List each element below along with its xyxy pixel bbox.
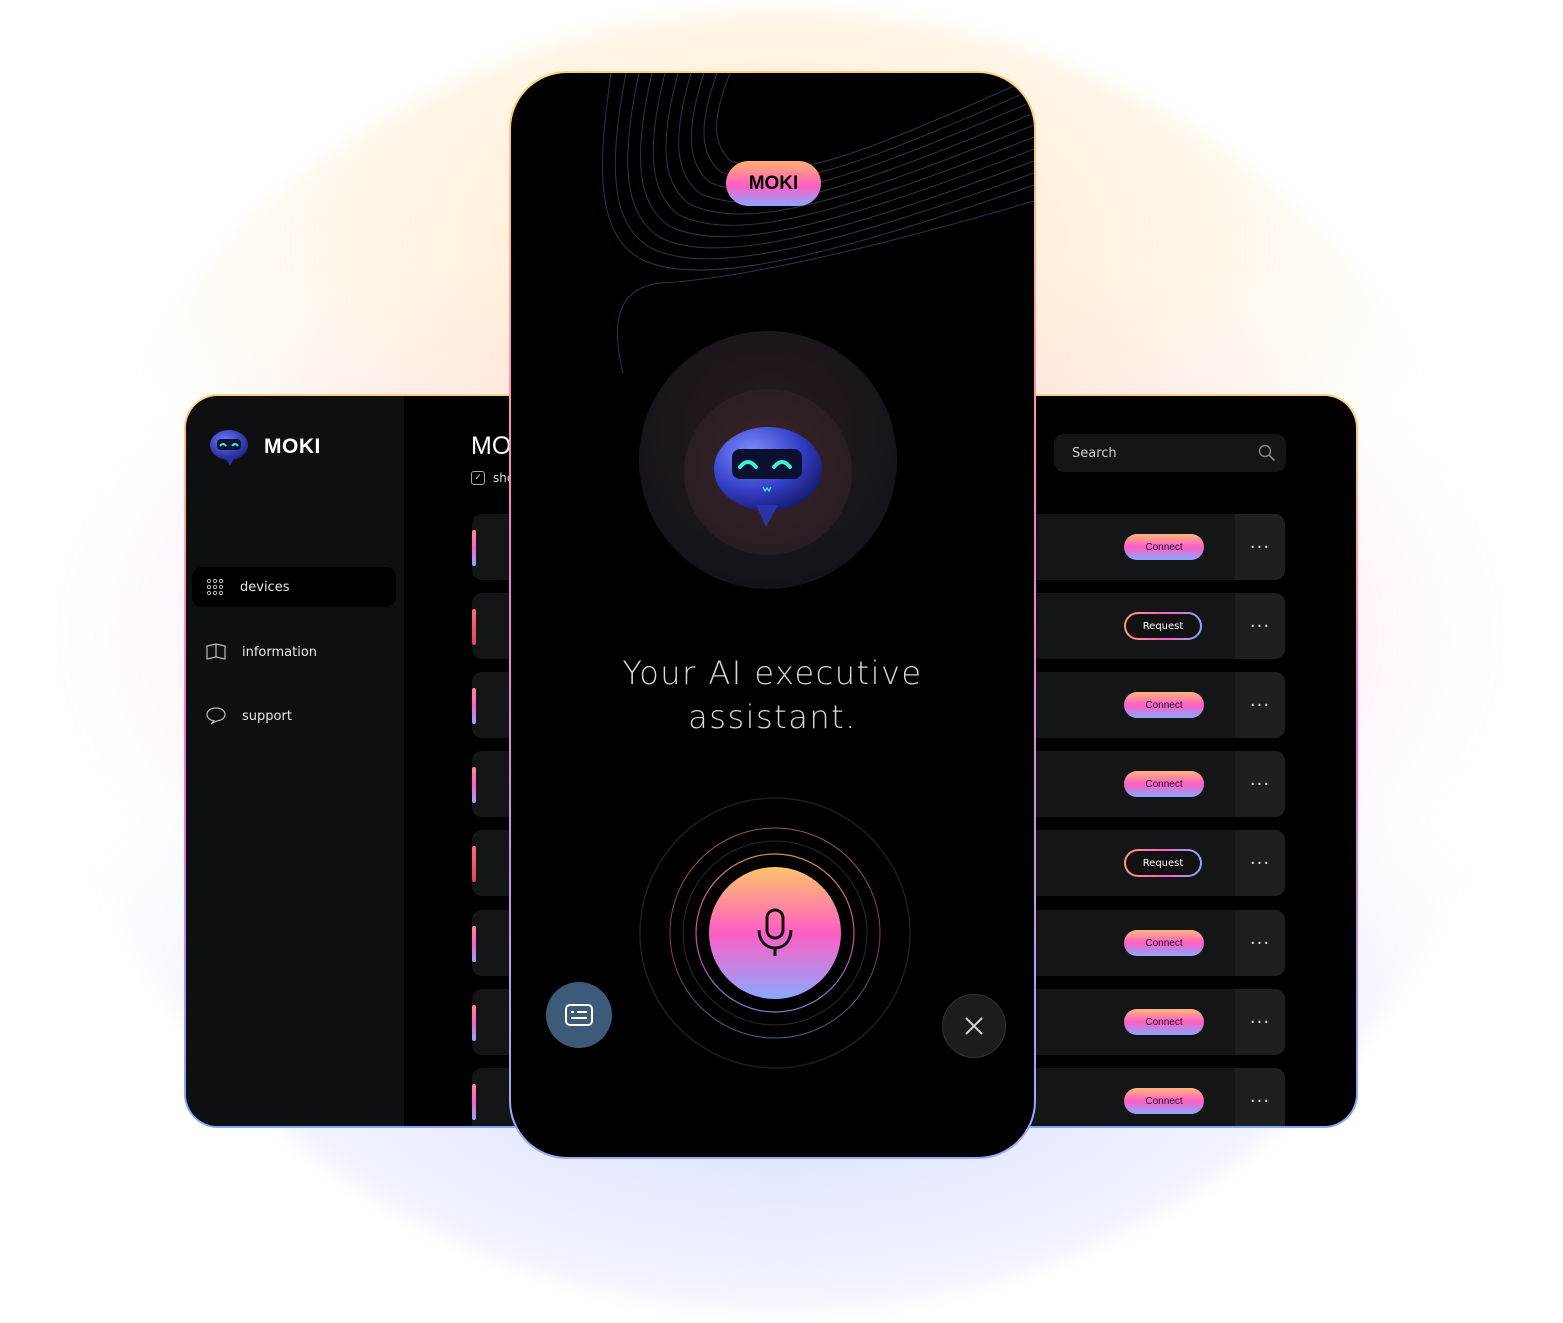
connect-button[interactable]: Connect bbox=[1124, 930, 1204, 956]
sidebar-item-label: devices bbox=[240, 579, 290, 595]
sidebar-item-information[interactable]: information bbox=[192, 632, 396, 672]
more-options-button[interactable]: ··· bbox=[1235, 672, 1285, 738]
status-bar bbox=[472, 609, 476, 645]
sidebar-item-devices[interactable]: devices bbox=[192, 567, 396, 607]
connect-button[interactable]: Connect bbox=[1124, 1088, 1204, 1114]
page-title: MO bbox=[471, 432, 512, 460]
more-options-button[interactable]: ··· bbox=[1235, 1068, 1285, 1126]
tagline-line-2: assistant. bbox=[688, 698, 857, 736]
connect-button[interactable]: Connect bbox=[1124, 692, 1204, 718]
chat-bubble-icon bbox=[206, 707, 226, 725]
search-icon[interactable] bbox=[1258, 444, 1276, 462]
topographic-lines-decoration bbox=[602, 73, 1034, 373]
sidebar-item-label: support bbox=[242, 708, 292, 724]
microphone-button[interactable] bbox=[709, 867, 841, 999]
brand-name: MOKI bbox=[264, 435, 321, 458]
search-input[interactable]: Search bbox=[1054, 434, 1286, 472]
microphone-icon bbox=[757, 908, 793, 956]
tagline: Your AI executive assistant. bbox=[511, 651, 1034, 739]
more-options-button[interactable]: ··· bbox=[1235, 830, 1285, 896]
more-options-button[interactable]: ··· bbox=[1235, 910, 1285, 976]
sidebar-item-support[interactable]: support bbox=[192, 696, 396, 736]
connect-button[interactable]: Connect bbox=[1124, 1009, 1204, 1035]
moki-logo-icon bbox=[210, 430, 248, 466]
status-bar bbox=[472, 926, 476, 962]
tagline-line-1: Your AI executive bbox=[622, 654, 923, 692]
request-button[interactable]: Request bbox=[1124, 849, 1202, 877]
status-bar bbox=[472, 1005, 476, 1041]
sidebar: MOKI devices information support bbox=[186, 396, 404, 1126]
filter-checkbox-row[interactable]: ✓ sho bbox=[471, 471, 514, 485]
status-bar bbox=[472, 688, 476, 724]
more-options-button[interactable]: ··· bbox=[1235, 751, 1285, 817]
status-bar bbox=[472, 530, 476, 566]
book-icon bbox=[206, 643, 226, 660]
keyboard-icon bbox=[565, 1004, 593, 1026]
robot-avatar-icon bbox=[714, 427, 822, 527]
request-button-label: Request bbox=[1126, 614, 1200, 638]
status-bar bbox=[472, 1084, 476, 1120]
status-bar bbox=[472, 846, 476, 882]
moki-pill-badge: MOKI bbox=[726, 161, 821, 206]
more-options-button[interactable]: ··· bbox=[1235, 514, 1285, 580]
close-icon bbox=[965, 1017, 983, 1035]
more-options-button[interactable]: ··· bbox=[1235, 593, 1285, 659]
grid-icon bbox=[206, 578, 224, 596]
checkbox[interactable]: ✓ bbox=[471, 471, 485, 485]
search-placeholder: Search bbox=[1072, 445, 1117, 461]
request-button[interactable]: Request bbox=[1124, 612, 1202, 640]
close-button[interactable] bbox=[942, 994, 1006, 1058]
brand: MOKI bbox=[208, 426, 321, 468]
keyboard-button[interactable] bbox=[546, 982, 612, 1048]
more-options-button[interactable]: ··· bbox=[1235, 989, 1285, 1055]
status-bar bbox=[472, 767, 476, 803]
connect-button[interactable]: Connect bbox=[1124, 771, 1204, 797]
request-button-label: Request bbox=[1126, 851, 1200, 875]
connect-button[interactable]: Connect bbox=[1124, 534, 1204, 560]
sidebar-item-label: information bbox=[242, 644, 318, 660]
phone-frame: MOKI Your AI executive assistant. bbox=[509, 71, 1036, 1159]
